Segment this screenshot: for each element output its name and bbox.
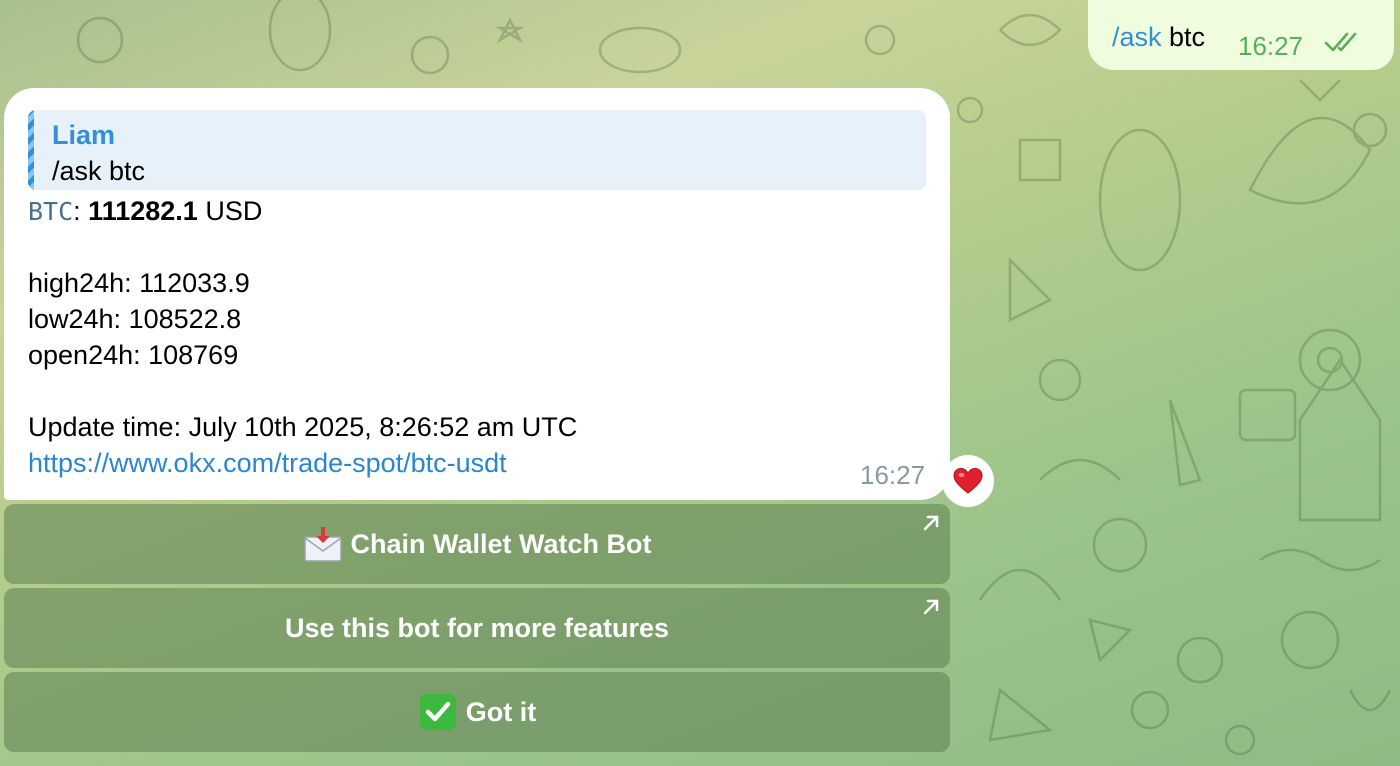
price-value: 111282.1 xyxy=(88,196,198,226)
check-mark-icon xyxy=(418,692,458,732)
incoming-message-time: 16:27 xyxy=(860,460,926,490)
reply-accent-bar xyxy=(28,110,34,190)
reaction-badge[interactable] xyxy=(942,455,994,507)
outgoing-message-bubble[interactable]: /ask btc 16:27 xyxy=(1088,0,1394,70)
chain-wallet-watch-bot-button[interactable]: Chain Wallet Watch Bot xyxy=(4,504,950,584)
got-it-button[interactable]: Got it xyxy=(4,672,950,752)
heart-icon xyxy=(953,467,983,494)
trade-link[interactable]: https://www.okx.com/trade-spot/btc-usdt xyxy=(28,448,507,479)
stat-high24h: high24h: 112033.9 xyxy=(28,268,250,298)
symbol-code[interactable]: BTC xyxy=(28,197,73,226)
use-bot-more-features-button[interactable]: Use this bot for more features xyxy=(4,588,950,668)
bot-command-link[interactable]: /ask xyxy=(1112,22,1162,52)
update-time: Update time: July 10th 2025, 8:26:52 am … xyxy=(28,412,578,442)
double-check-icon xyxy=(1324,32,1357,52)
envelope-icon xyxy=(303,525,343,563)
button-label: Chain Wallet Watch Bot xyxy=(350,528,652,559)
outgoing-message-text: /ask btc xyxy=(1112,22,1205,53)
reply-text: /ask btc xyxy=(52,156,146,186)
stat-open24h: open24h: 108769 xyxy=(28,340,239,370)
price-currency: USD xyxy=(197,196,263,226)
incoming-message-bubble[interactable]: Liam /ask btc BTC: 111282.1 USD high24h:… xyxy=(4,88,950,500)
button-label: Got it xyxy=(465,696,537,727)
button-label: Use this bot for more features xyxy=(284,612,670,643)
external-link-icon xyxy=(923,515,939,531)
outgoing-message-time: 16:27 xyxy=(1238,31,1304,61)
external-link-icon xyxy=(923,599,939,615)
stat-low24h: low24h: 108522.8 xyxy=(28,304,242,334)
price-line: BTC: 111282.1 USD xyxy=(28,196,262,227)
reply-quote[interactable]: Liam /ask btc xyxy=(28,110,926,190)
reply-author: Liam xyxy=(52,120,116,150)
price-separator: : xyxy=(73,196,89,226)
command-argument: btc xyxy=(1161,22,1206,52)
